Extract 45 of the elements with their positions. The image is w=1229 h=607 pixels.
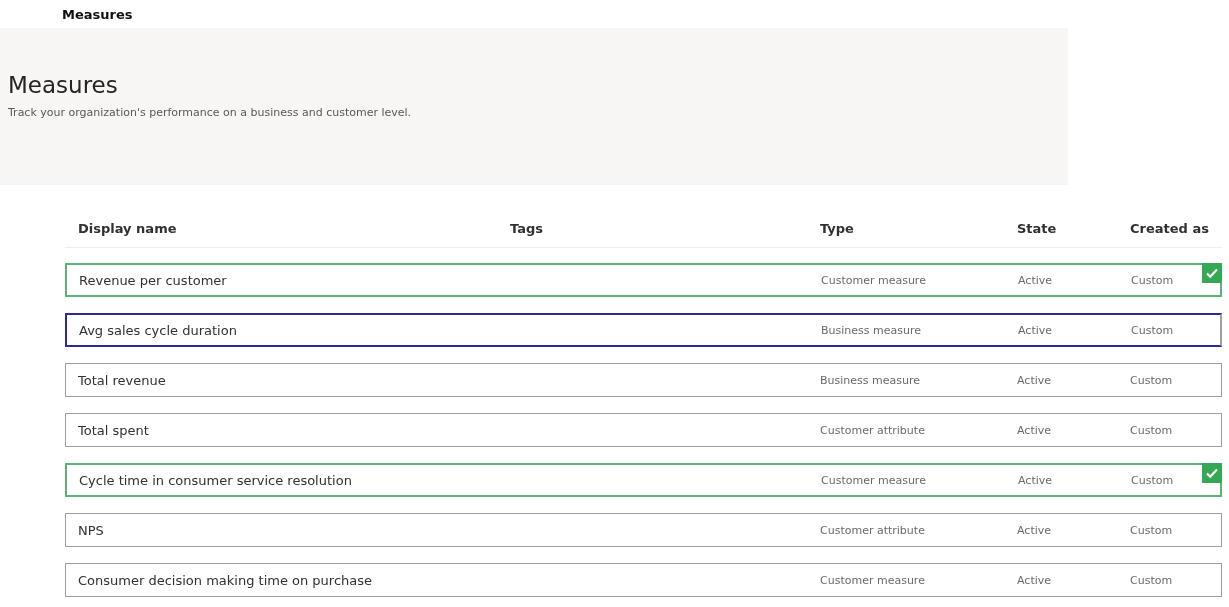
table-cell-text: Custom bbox=[1130, 523, 1174, 537]
table-cell-text: Custom bbox=[1130, 423, 1174, 437]
table-row[interactable]: Total revenue Business measure Active Custom bbox=[65, 363, 1222, 397]
table-cell-text: Custom bbox=[1130, 373, 1174, 387]
page-description: Track your organization's performance on a business and customer level. bbox=[8, 106, 413, 119]
table-cell-text: Active bbox=[1017, 573, 1053, 587]
table-cell-text: Custom bbox=[1130, 573, 1174, 587]
table-cell-text: Customer measure bbox=[820, 573, 926, 587]
table-cell-text: Active bbox=[1017, 423, 1053, 437]
table-row[interactable]: Cycle time in consumer service resolution Customer measure Active Custom bbox=[65, 463, 1222, 497]
table-cell-text: Custom bbox=[1131, 473, 1175, 487]
table-cell-text: Consumer decision making time on purchase bbox=[78, 572, 374, 588]
table-cell-text: Custom bbox=[1131, 323, 1175, 337]
table-cell-text: Active bbox=[1018, 323, 1054, 337]
table-cell-text: Customer attribute bbox=[820, 423, 926, 437]
table-cell-text: Business measure bbox=[821, 323, 922, 337]
table-row[interactable]: Consumer decision making time on purchase Customer measure Active Custom bbox=[65, 563, 1222, 597]
checkmark-icon bbox=[1202, 263, 1222, 283]
table-cell-text: Business measure bbox=[820, 373, 921, 387]
column-header[interactable]: Tags bbox=[510, 220, 543, 236]
table-cell-text: Custom bbox=[1131, 273, 1175, 287]
table-cell-text: Active bbox=[1018, 273, 1054, 287]
table-cell-text: Active bbox=[1017, 523, 1053, 537]
breadcrumb: Measures bbox=[62, 6, 133, 22]
column-header[interactable]: Created as bbox=[1130, 220, 1209, 236]
table-cell-text: Active bbox=[1017, 373, 1053, 387]
table-row[interactable]: NPS Customer attribute Active Custom bbox=[65, 513, 1222, 547]
table-cell-text: Active bbox=[1018, 473, 1054, 487]
column-header[interactable]: State bbox=[1017, 220, 1057, 236]
table-cell-text: Revenue per customer bbox=[79, 272, 228, 288]
table-cell-text: Customer measure bbox=[821, 473, 927, 487]
column-header[interactable]: Display name bbox=[78, 220, 177, 236]
checkmark-icon bbox=[1202, 463, 1222, 483]
table-cell-text: Total revenue bbox=[78, 372, 167, 388]
table-cell-text: NPS bbox=[78, 522, 105, 538]
column-header[interactable]: Type bbox=[820, 220, 854, 236]
table-row[interactable]: Total spent Customer attribute Active Custom bbox=[65, 413, 1222, 447]
table-cell-text: Avg sales cycle duration bbox=[79, 322, 238, 338]
table-cell-text: Total spent bbox=[78, 422, 150, 438]
table-cell-text: Cycle time in consumer service resolution bbox=[79, 472, 353, 488]
table-cell-text: Customer attribute bbox=[820, 523, 926, 537]
table-cell-text: Customer measure bbox=[821, 273, 927, 287]
table-row[interactable]: Avg sales cycle duration Business measure Active Custom bbox=[65, 313, 1222, 347]
page-title: Measures bbox=[8, 71, 119, 100]
table-row[interactable]: Revenue per customer Customer measure Active Custom bbox=[65, 263, 1222, 297]
